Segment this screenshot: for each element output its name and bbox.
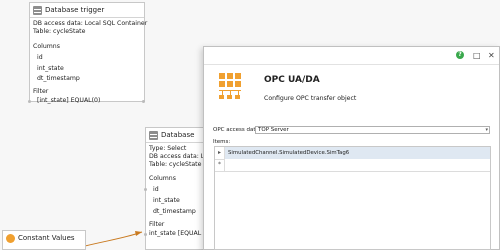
column-item[interactable]: id [37,54,43,61]
filter-text: [int_state] EQUAL(0) [37,97,101,104]
database-node[interactable]: Database Type: Select DB access data: Lo… [144,127,210,250]
column-item[interactable]: int_state [153,197,180,204]
table-text: Table: cycleState [33,28,86,35]
dialog-title: OPC UA/DA [264,75,320,85]
node-header[interactable]: Database trigger [30,3,144,18]
constant-icon [6,233,15,243]
row-selector-icon[interactable]: ▸ [218,149,221,156]
opc-access-label: OPC access data: [213,127,261,133]
opc-access-dropdown[interactable]: TOP Server ▾ [255,126,490,134]
item-cell[interactable]: SimulatedChannel.SimulatedDevice.SimTag6 [224,147,490,159]
node-title: Database trigger [45,6,105,14]
dialog-titlebar[interactable]: ? □ ✕ [204,47,499,65]
new-item-cell[interactable] [224,159,490,171]
database-icon [33,5,42,15]
table-text: Table: cycleState [149,161,202,168]
new-item-row[interactable]: * [215,159,490,172]
maximize-icon[interactable]: □ [473,51,481,60]
dialog-subtitle: Configure OPC transfer object [264,95,357,102]
chevron-down-icon[interactable]: ▾ [485,127,488,133]
connector-port[interactable] [144,188,147,191]
database-trigger-node[interactable]: Database trigger DB access data: Local S… [28,2,148,104]
connector-port[interactable] [28,100,31,103]
access-text: DB access data: Local SQL Container [33,20,148,27]
filter-label: Filter [149,221,165,228]
constant-values-node[interactable]: Constant Values [2,230,86,250]
column-item[interactable]: dt_timestamp [153,208,196,215]
column-item[interactable]: int_state [37,65,64,72]
database-icon [149,130,158,140]
columns-label: Columns [33,43,60,50]
columns-label: Columns [149,175,176,182]
opc-access-value: TOP Server [258,127,289,133]
opc-network-icon [219,73,247,105]
filter-label: Filter [33,88,49,95]
column-item[interactable]: id [153,186,159,193]
items-grid[interactable]: ▸ SimulatedChannel.SimulatedDevice.SimTa… [214,146,491,250]
type-text: Type: Select [149,145,187,152]
access-text: DB access data: Lo [149,153,208,160]
filter-text: int_state [EQUAL [0 [149,230,210,237]
close-icon[interactable]: ✕ [488,51,495,60]
node-title: Constant Values [18,234,75,242]
node-title: Database [161,131,195,139]
help-icon[interactable]: ? [456,51,464,59]
connector-port[interactable] [142,100,145,103]
node-header[interactable]: Constant Values [3,231,85,245]
items-label: Items: [213,139,231,145]
column-item[interactable]: dt_timestamp [37,75,80,82]
node-header[interactable]: Database [146,128,209,143]
connector-port[interactable] [144,233,147,236]
new-row-marker: * [218,161,221,168]
